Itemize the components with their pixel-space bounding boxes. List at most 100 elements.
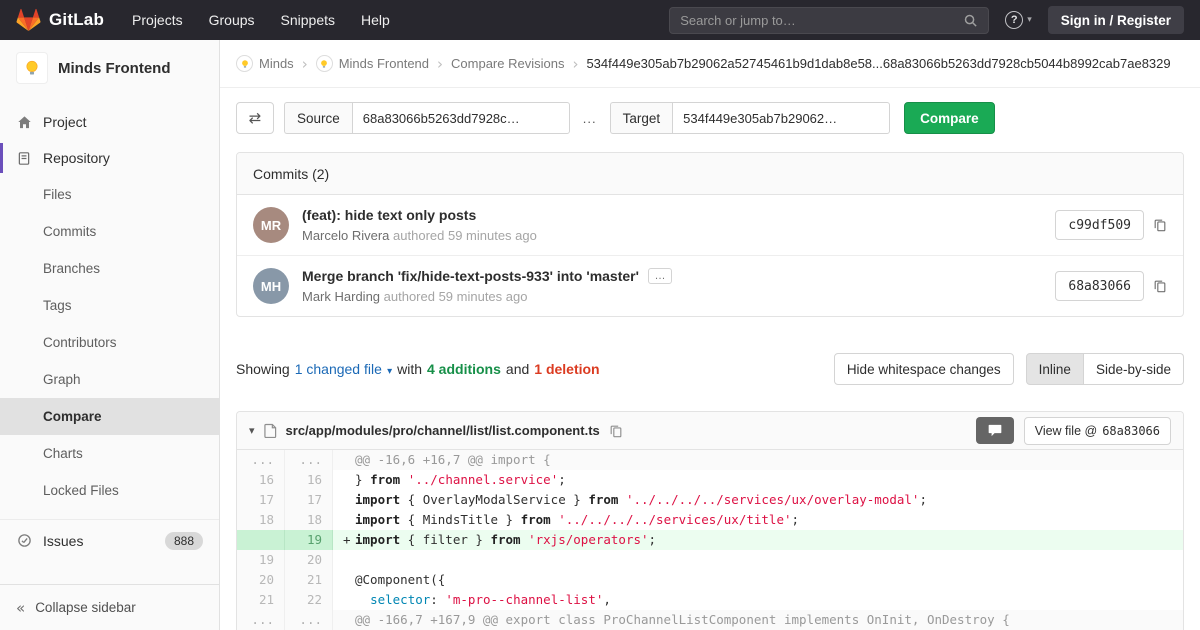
collapse-file-caret-icon[interactable]: ▾ [249, 424, 255, 437]
commit-author-name[interactable]: Mark Harding [302, 289, 380, 304]
commit-title-link[interactable]: Merge branch 'fix/hide-text-posts-933' i… [302, 268, 639, 284]
main-content: Minds › Minds Frontend › Compare Revisions › 5… [220, 40, 1200, 630]
commit-author-avatar[interactable]: MH [253, 268, 289, 304]
sidebar-subitem-tags[interactable]: Tags [0, 287, 219, 324]
sidebar-item-repository[interactable]: Repository [0, 140, 219, 176]
diff-old-line-number[interactable]: 21 [237, 590, 285, 610]
diff-old-line-number[interactable]: 16 [237, 470, 285, 490]
diff-new-line-number[interactable]: 17 [285, 490, 333, 510]
sidebar-subitem-graph[interactable]: Graph [0, 361, 219, 398]
diff-old-line-number[interactable]: 18 [237, 510, 285, 530]
diff-new-line-number[interactable]: ... [285, 450, 333, 470]
diff-new-line-number[interactable]: 18 [285, 510, 333, 530]
sidebar-subitem-charts[interactable]: Charts [0, 435, 219, 472]
commit-info: (feat): hide text only posts Marcelo Rive… [302, 207, 537, 243]
sidebar-item-project[interactable]: Project [0, 104, 219, 140]
commit-sha[interactable]: c99df509 [1055, 210, 1144, 240]
diff-old-line-number[interactable]: 17 [237, 490, 285, 510]
breadcrumb-link-minds[interactable]: Minds [236, 55, 294, 72]
target-input[interactable] [672, 102, 891, 134]
commits-count-title: Commits (2) [253, 165, 330, 182]
sidebar-item-issues[interactable]: Issues 888 [0, 519, 219, 555]
breadcrumb-link-minds-frontend[interactable]: Minds Frontend [315, 55, 429, 72]
diff-old-line-number[interactable]: 20 [237, 570, 285, 590]
copy-file-path-button[interactable] [609, 424, 623, 438]
code-token: ; [791, 512, 800, 527]
sidebar-subitem-files[interactable]: Files [0, 176, 219, 213]
breadcrumb: Minds › Minds Frontend › Compare Revisions › 5… [220, 40, 1200, 88]
diff-file-header: ▾ src/app/modules/pro/channel/list/list.… [237, 412, 1183, 450]
diff-line-content: + import { filter } from 'rxjs/operators'… [333, 530, 1183, 550]
compare-button[interactable]: Compare [904, 102, 995, 134]
commit-meta-text: authored 59 minutes ago [380, 289, 528, 304]
toggle-comments-button[interactable] [975, 417, 1014, 444]
code-token: ; [648, 532, 657, 547]
nav-menu-item-snippets[interactable]: Snippets [281, 12, 335, 28]
help-menu[interactable]: ? ▾ [1005, 11, 1032, 29]
nav-menu-item-help[interactable]: Help [361, 12, 390, 28]
hide-whitespace-button[interactable]: Hide whitespace changes [833, 353, 1014, 385]
file-path[interactable]: src/app/modules/pro/channel/list/list.co… [286, 423, 600, 438]
copy-sha-button[interactable] [1153, 218, 1167, 232]
file-icon [263, 423, 276, 438]
sidebar-subitem-branches[interactable]: Branches [0, 250, 219, 287]
changed-files-dropdown[interactable]: 1 changed file ▾ [295, 361, 392, 377]
sidebar-subitem-commits[interactable]: Commits [0, 213, 219, 250]
code-token: @@ -16,6 +16,7 @@ import { [355, 452, 551, 467]
inline-view-button[interactable]: Inline [1025, 353, 1084, 385]
code-token: import [355, 512, 401, 527]
diff-new-line-number[interactable]: 16 [285, 470, 333, 490]
project-context-header[interactable]: Minds Frontend [0, 40, 219, 92]
source-input[interactable] [351, 102, 570, 134]
side-by-side-view-button[interactable]: Side-by-side [1083, 353, 1184, 385]
nav-menu-item-groups[interactable]: Groups [209, 12, 255, 28]
breadcrumb-avatar [236, 55, 253, 72]
diff-old-line-number[interactable]: ... [237, 610, 285, 630]
lightbulb-icon [321, 59, 328, 68]
diff-old-line-number[interactable] [237, 530, 285, 550]
code-token: ; [558, 472, 566, 487]
code-token: { OverlayModalService } [400, 492, 589, 507]
diff-line-marker [343, 470, 355, 490]
commit-sha-group: c99df509 [1055, 210, 1167, 240]
breadcrumb-separator-icon: › [301, 54, 308, 73]
view-file-button[interactable]: View file @ 68a83066 [1023, 416, 1171, 445]
diff-new-line-number[interactable]: 20 [285, 550, 333, 570]
commit-sha[interactable]: 68a83066 [1055, 271, 1144, 301]
diff-new-line-number[interactable]: ... [285, 610, 333, 630]
code-token: from [490, 532, 521, 547]
search-box[interactable] [669, 6, 990, 34]
commit-expand-button[interactable]: … [647, 268, 672, 284]
breadcrumb-separator-icon: › [572, 54, 579, 73]
sidebar-subitem-contributors[interactable]: Contributors [0, 324, 219, 361]
breadcrumb-link-compare-revisions[interactable]: Compare Revisions [451, 56, 564, 71]
diff-old-line-number[interactable]: 19 [237, 550, 285, 570]
swap-revisions-button[interactable]: ⇄ [236, 102, 274, 134]
code-token: 'm-pro--channel-list' [445, 592, 604, 607]
document-icon [16, 150, 32, 166]
code-token: @@ -166,7 +167,9 @@ export class ProChan… [355, 612, 1010, 627]
sign-in-button[interactable]: Sign in / Register [1047, 6, 1184, 34]
commit-title-link[interactable]: (feat): hide text only posts [302, 207, 476, 223]
commit-author-avatar[interactable]: MR [253, 207, 289, 243]
copy-sha-button[interactable] [1153, 279, 1167, 293]
sidebar-subitem-compare[interactable]: Compare [0, 398, 219, 435]
diff-old-line-number[interactable]: ... [237, 450, 285, 470]
nav-menu-item-projects[interactable]: Projects [132, 12, 183, 28]
diff-file-panel: ▾ src/app/modules/pro/channel/list/list.… [236, 411, 1184, 630]
with-text: with [397, 361, 422, 377]
diff-line: 16 16} from '../channel.service'; [237, 470, 1183, 490]
gitlab-logo-link[interactable]: GitLab [16, 8, 104, 32]
diff-new-line-number[interactable]: 21 [285, 570, 333, 590]
commit-author-name[interactable]: Marcelo Rivera [302, 228, 389, 243]
collapse-sidebar-button[interactable]: « Collapse sidebar [0, 584, 219, 630]
code-token: @Component({ [355, 572, 446, 587]
search-input[interactable] [680, 12, 964, 28]
diff-line-content: selector: 'm-pro--channel-list', [333, 590, 1183, 610]
sidebar-subitem-locked-files[interactable]: Locked Files [0, 472, 219, 509]
diff-new-line-number[interactable]: 22 [285, 590, 333, 610]
diff-new-line-number[interactable]: 19 [285, 530, 333, 550]
